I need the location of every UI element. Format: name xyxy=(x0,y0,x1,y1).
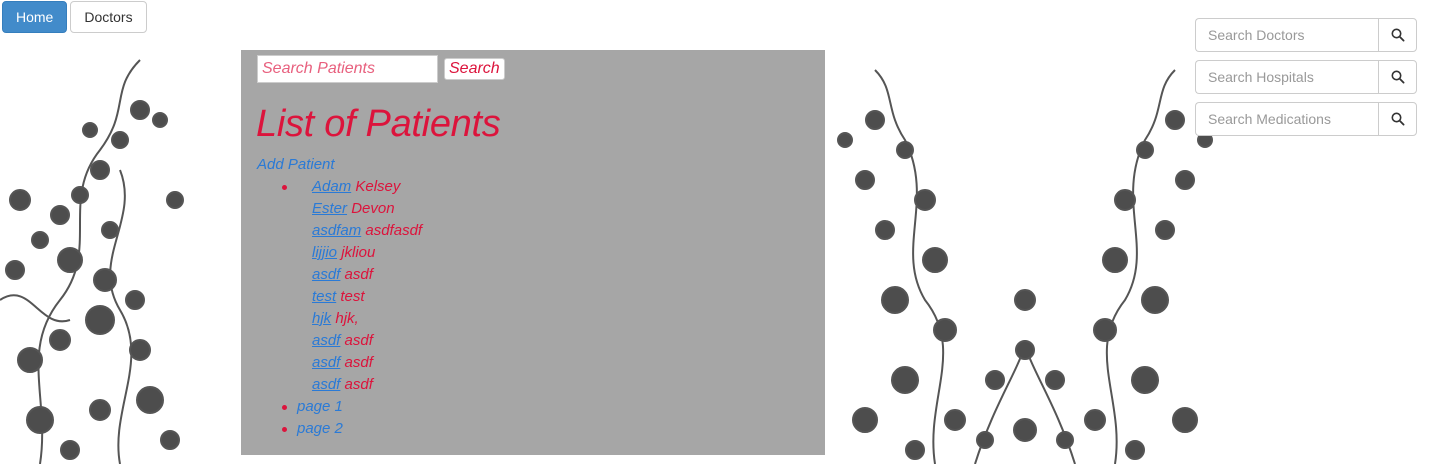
home-button[interactable]: Home xyxy=(2,1,68,33)
patient-first-name-link[interactable]: Ester xyxy=(312,200,347,217)
bullet-icon xyxy=(282,427,287,432)
bullet-icon xyxy=(282,405,287,410)
bullet-icon xyxy=(282,185,287,190)
patient-first-name-link[interactable]: test xyxy=(312,288,336,305)
sidebar-search-forms xyxy=(1195,18,1417,144)
patient-list: Adam Kelsey Ester Devon asdfam asdfasdf … xyxy=(282,176,422,440)
patient-first-name-link[interactable]: Adam xyxy=(312,178,351,195)
pagination-link-page-1[interactable]: page 1 xyxy=(284,398,343,415)
patient-last-name: hjk, xyxy=(335,310,359,327)
search-hospitals-input[interactable] xyxy=(1195,60,1378,94)
floral-background-image xyxy=(0,59,184,464)
top-nav: Home Doctors xyxy=(2,1,147,33)
search-medications-input[interactable] xyxy=(1195,102,1378,136)
search-icon xyxy=(1391,28,1405,42)
doctors-button[interactable]: Doctors xyxy=(70,1,147,33)
patient-first-name-link[interactable]: asdf xyxy=(312,376,340,393)
patient-row: asdf asdf xyxy=(312,330,422,352)
list-item: page 1 xyxy=(282,396,422,418)
patient-first-name-link[interactable]: lijjio xyxy=(312,244,337,261)
list-item: page 2 xyxy=(282,418,422,440)
search-hospitals-button[interactable] xyxy=(1378,60,1417,94)
patient-row: lijjio jkliou xyxy=(312,242,422,264)
list-item: Adam Kelsey Ester Devon asdfam asdfasdf … xyxy=(282,176,422,396)
patient-search-input[interactable] xyxy=(257,55,438,83)
search-doctors-group xyxy=(1195,18,1417,52)
patient-first-name-link[interactable]: asdf xyxy=(312,354,340,371)
patient-row: asdf asdf xyxy=(312,264,422,286)
patient-last-name: asdf xyxy=(344,266,373,283)
search-doctors-input[interactable] xyxy=(1195,18,1378,52)
patient-search-form: Search xyxy=(257,55,505,83)
patient-rows: Adam Kelsey Ester Devon asdfam asdfasdf … xyxy=(284,176,422,396)
patient-last-name: Kelsey xyxy=(355,178,401,195)
search-medications-group xyxy=(1195,102,1417,136)
page-title: List of Patients xyxy=(256,103,501,145)
patient-last-name: asdf xyxy=(344,354,373,371)
patient-row: test test xyxy=(312,286,422,308)
patient-row: asdf asdf xyxy=(312,352,422,374)
patient-row: hjk hjk, xyxy=(312,308,422,330)
patient-last-name: jkliou xyxy=(341,244,376,261)
floral-background-image xyxy=(837,69,1213,464)
patient-first-name-link[interactable]: asdfam xyxy=(312,222,361,239)
patient-row: asdf asdf xyxy=(312,374,422,396)
search-medications-button[interactable] xyxy=(1378,102,1417,136)
patient-first-name-link[interactable]: asdf xyxy=(312,332,340,349)
pagination-link-page-2[interactable]: page 2 xyxy=(284,420,343,437)
search-icon xyxy=(1391,112,1405,126)
patient-first-name-link[interactable]: asdf xyxy=(312,266,340,283)
search-hospitals-group xyxy=(1195,60,1417,94)
patient-row: Adam Kelsey xyxy=(312,176,422,198)
patient-last-name: test xyxy=(340,288,365,305)
search-icon xyxy=(1391,70,1405,84)
add-patient-link[interactable]: Add Patient xyxy=(257,156,335,173)
patient-first-name-link[interactable]: hjk xyxy=(312,310,331,327)
page: Home Doctors Search List of P xyxy=(0,0,1436,464)
patient-last-name: Devon xyxy=(351,200,395,217)
patient-last-name: asdf xyxy=(344,332,373,349)
patient-last-name: asdfasdf xyxy=(365,222,423,239)
patients-panel: Search List of Patients Add Patient Adam… xyxy=(241,50,825,455)
patient-row: Ester Devon xyxy=(312,198,422,220)
patient-search-button[interactable]: Search xyxy=(444,58,505,80)
search-doctors-button[interactable] xyxy=(1378,18,1417,52)
patient-last-name: asdf xyxy=(344,376,373,393)
patient-row: asdfam asdfasdf xyxy=(312,220,422,242)
